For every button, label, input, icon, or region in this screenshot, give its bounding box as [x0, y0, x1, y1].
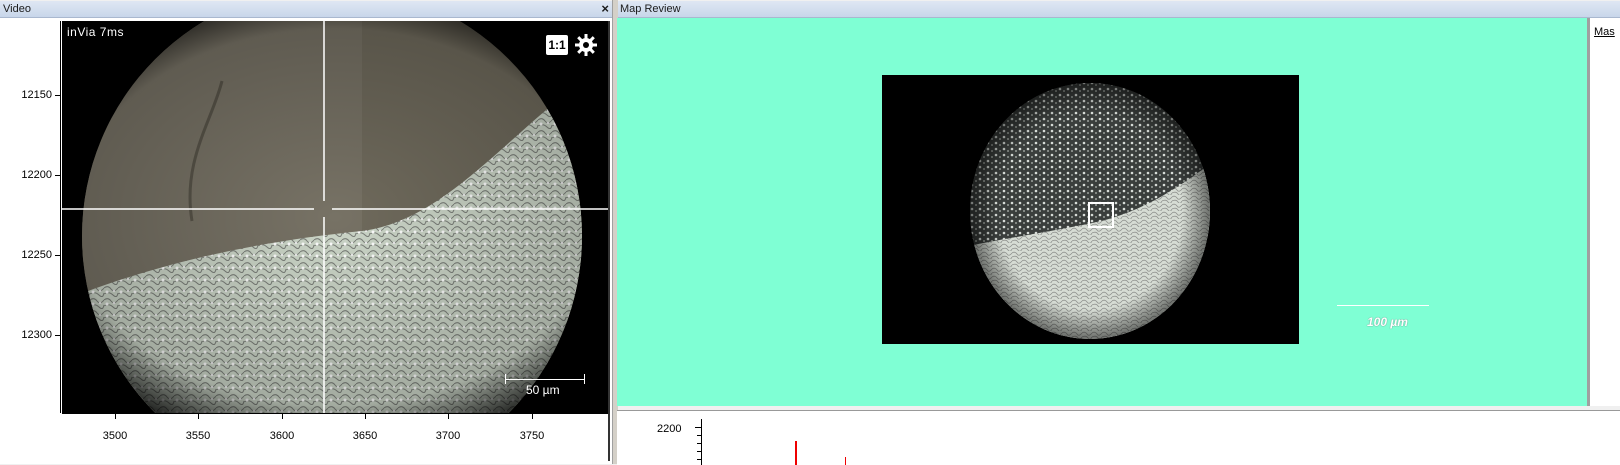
- y-tick: [55, 175, 60, 176]
- map-review-panel: 100 µm: [617, 18, 1587, 406]
- y-tick-label: 12300: [21, 329, 52, 341]
- selection-box[interactable]: [1088, 202, 1114, 228]
- x-tick: [532, 414, 533, 419]
- spectrum-y-axis: [701, 419, 702, 465]
- x-tick-label: 3500: [102, 430, 128, 442]
- x-tick-label: 3550: [185, 430, 211, 442]
- x-tick-label: 3750: [519, 430, 545, 442]
- x-tick: [198, 414, 199, 419]
- x-tick-label: 3650: [352, 430, 378, 442]
- spectrum-y-tick-label: 2200: [657, 423, 682, 435]
- y-tick: [55, 95, 60, 96]
- zoom-1-to-1-button[interactable]: 1:1: [546, 35, 568, 55]
- spectrum-y-tick: [697, 443, 701, 444]
- live-video-view[interactable]: inVia 7ms 1:1 50 µm: [62, 21, 608, 413]
- right-side-panel: Mas: [1587, 18, 1620, 406]
- x-tick: [365, 414, 366, 419]
- map-panel-title-bar: Map Review: [617, 1, 1620, 18]
- spectrum-y-tick: [697, 451, 701, 452]
- video-scale-bar: [505, 374, 585, 384]
- spectrum-y-tick: [697, 435, 701, 436]
- y-tick-label: 12250: [21, 249, 52, 261]
- microscope-image: [62, 21, 608, 413]
- x-tick: [282, 414, 283, 419]
- gear-icon[interactable]: [574, 33, 598, 57]
- video-scale-label: 50 µm: [526, 383, 560, 397]
- spectrum-y-tick: [697, 459, 701, 460]
- map-scale-label: 100 µm: [1367, 315, 1408, 329]
- video-panel-title: Video: [3, 3, 31, 15]
- y-axis: [60, 21, 61, 413]
- x-tick-label: 3600: [269, 430, 295, 442]
- y-tick: [55, 335, 60, 336]
- camera-info-text: inVia 7ms: [67, 25, 124, 39]
- map-panel-title: Map Review: [620, 3, 681, 15]
- close-icon[interactable]: ×: [601, 1, 609, 17]
- x-axis: [62, 413, 608, 414]
- x-tick: [115, 414, 116, 419]
- y-tick-label: 12200: [21, 169, 52, 181]
- video-panel-title-bar: Video ×: [0, 1, 615, 18]
- map-scale-bar: [1337, 305, 1429, 306]
- y-tick-label: 12150: [21, 89, 52, 101]
- video-panel-border: [608, 21, 610, 461]
- x-tick: [448, 414, 449, 419]
- video-panel: 12150 12200 12250 12300 3500 3550 3600 3…: [0, 18, 612, 464]
- spectrum-panel: 2200: [617, 410, 1620, 465]
- x-tick-label: 3700: [435, 430, 461, 442]
- spectrum-y-tick: [695, 427, 701, 428]
- tab-mas[interactable]: Mas: [1594, 26, 1615, 38]
- spectrum-peak: [795, 441, 797, 465]
- map-image[interactable]: [882, 75, 1299, 344]
- y-tick: [55, 255, 60, 256]
